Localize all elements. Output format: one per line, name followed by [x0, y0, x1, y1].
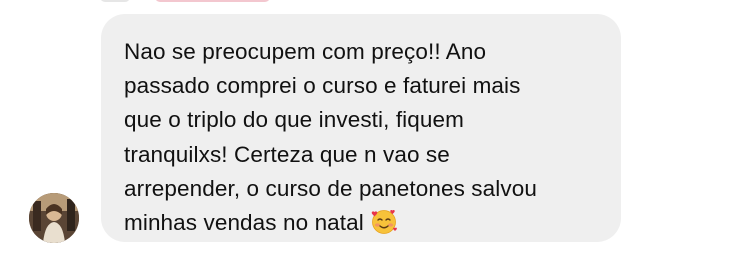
message-line: arrepender, o curso de panetones salvou — [124, 175, 537, 201]
message-line: passado comprei o curso e faturei mais — [124, 73, 521, 99]
message-line: minhas vendas no natal — [124, 210, 364, 236]
smiling-face-with-hearts-icon — [371, 210, 397, 234]
previous-badge-edge — [155, 0, 270, 2]
avatar-photo-icon — [29, 193, 79, 243]
avatar[interactable] — [29, 193, 79, 243]
message-line: tranquilxs! Certeza que n vao se — [124, 141, 450, 167]
message-line: Nao se preocupem com preço!! Ano — [124, 39, 487, 64]
message-bubble[interactable]: Nao se preocupem com preço!! Ano passado… — [101, 14, 621, 242]
message-line: que o triplo do que investi, fiquem — [124, 107, 464, 133]
message-text: Nao se preocupem com preço!! Ano passado… — [124, 35, 599, 240]
previous-element-edge — [100, 0, 130, 2]
